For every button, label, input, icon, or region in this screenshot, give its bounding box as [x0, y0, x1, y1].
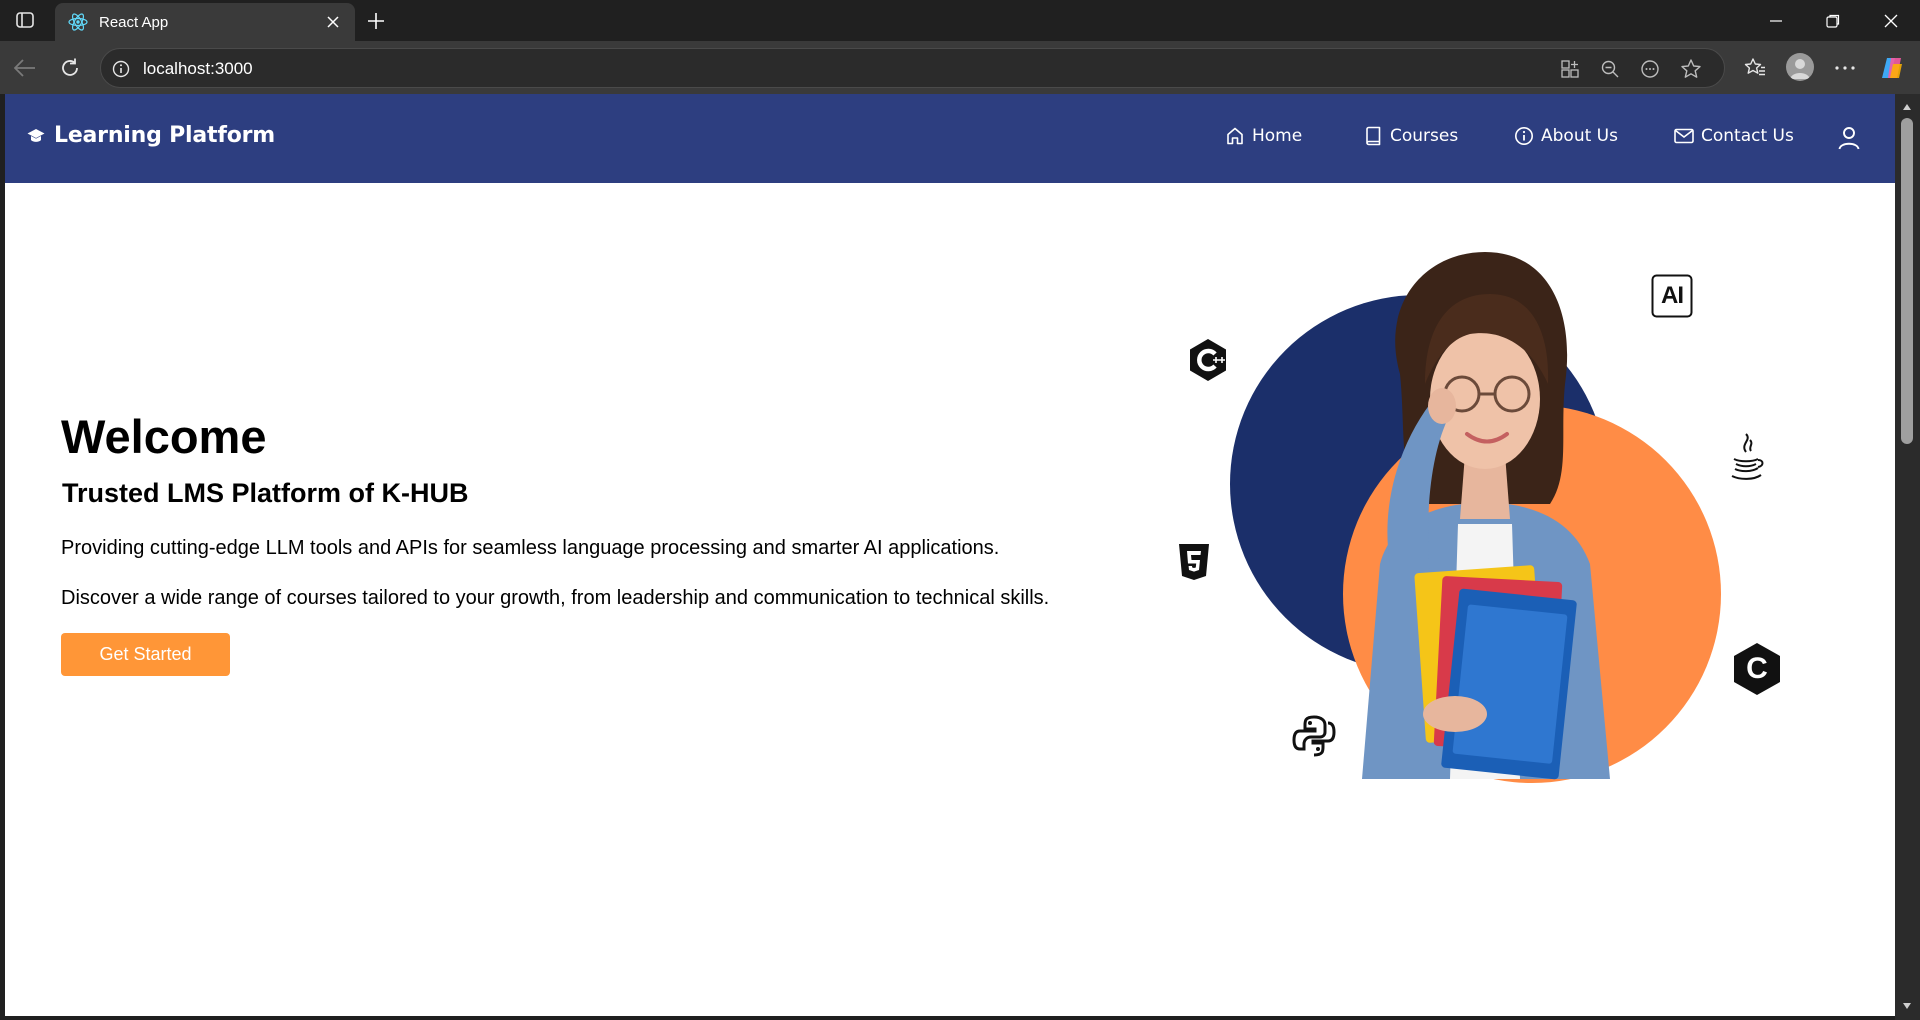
info-icon[interactable] — [111, 59, 131, 79]
restore-icon[interactable] — [1820, 8, 1846, 34]
browser-tab[interactable]: React App — [55, 3, 355, 41]
hero-title: Welcome — [61, 410, 267, 463]
browser-titlebar: React App — [0, 0, 1920, 41]
sidebar-toggle-icon[interactable] — [14, 10, 36, 30]
scroll-down-icon[interactable] — [1901, 1000, 1913, 1012]
nav-courses[interactable]: Courses — [1363, 126, 1458, 146]
read-aloud-icon[interactable] — [1639, 58, 1661, 80]
profile-avatar[interactable] — [1786, 53, 1814, 81]
favorites-icon[interactable] — [1740, 53, 1770, 83]
brand-name: Learning Platform — [54, 123, 275, 148]
window-close-icon[interactable] — [1878, 8, 1904, 34]
address-url[interactable]: localhost:3000 — [143, 59, 253, 79]
zoom-out-icon[interactable] — [1599, 58, 1621, 80]
nav-courses-label: Courses — [1390, 126, 1459, 146]
site-navbar: Learning Platform Home Courses About Us … — [5, 94, 1895, 183]
page-scrollbar[interactable] — [1895, 94, 1920, 1020]
browser-toolbar: localhost:3000 — [0, 41, 1920, 94]
get-started-button[interactable]: Get Started — [61, 633, 230, 676]
c-logo-icon: C — [1732, 642, 1782, 696]
nav-home-label: Home — [1252, 126, 1303, 146]
graduation-cap-icon — [27, 127, 45, 145]
java-logo-icon — [1726, 432, 1766, 482]
nav-contact-label: Contact Us — [1701, 126, 1794, 146]
minimize-icon[interactable] — [1763, 8, 1789, 34]
scroll-thumb[interactable] — [1901, 118, 1913, 444]
c-logo-label: C — [1746, 652, 1768, 685]
brand-logo[interactable]: Learning Platform — [27, 123, 275, 148]
python-logo-icon — [1292, 714, 1336, 758]
info-circle-icon — [1514, 126, 1534, 146]
ai-badge-label: AI — [1661, 282, 1684, 309]
close-icon[interactable] — [323, 12, 343, 32]
hero-subtitle: Trusted LMS Platform of K-HUB — [62, 478, 469, 508]
copilot-icon[interactable] — [1877, 53, 1907, 83]
hero-paragraph-llm: Providing cutting-edge LLM tools and API… — [61, 537, 1000, 559]
star-icon[interactable] — [1680, 58, 1702, 80]
ai-badge-icon: AI — [1651, 274, 1693, 318]
app-available-icon[interactable] — [1559, 58, 1581, 80]
mail-icon — [1674, 126, 1694, 146]
back-arrow-icon[interactable] — [10, 53, 40, 83]
user-icon[interactable] — [1836, 124, 1862, 152]
book-icon — [1363, 126, 1383, 146]
refresh-icon[interactable] — [55, 53, 85, 83]
student-illustration — [1362, 252, 1610, 780]
nav-about-label: About Us — [1541, 126, 1618, 146]
home-icon — [1225, 126, 1245, 146]
nav-about[interactable]: About Us — [1514, 126, 1618, 146]
html5-logo-icon — [1177, 543, 1211, 581]
nav-contact[interactable]: Contact Us — [1674, 126, 1794, 146]
nav-home[interactable]: Home — [1225, 126, 1302, 146]
tab-title: React App — [99, 13, 169, 31]
hero-paragraph-courses: Discover a wide range of courses tailore… — [61, 587, 1050, 609]
address-bar[interactable]: localhost:3000 — [100, 48, 1725, 88]
scroll-up-icon[interactable] — [1901, 101, 1913, 113]
plus-icon[interactable] — [364, 9, 388, 33]
page-viewport: Learning Platform Home Courses About Us … — [5, 94, 1895, 1016]
react-favicon-icon — [67, 11, 89, 33]
more-icon[interactable] — [1830, 53, 1860, 83]
cpp-logo-icon — [1188, 338, 1228, 382]
